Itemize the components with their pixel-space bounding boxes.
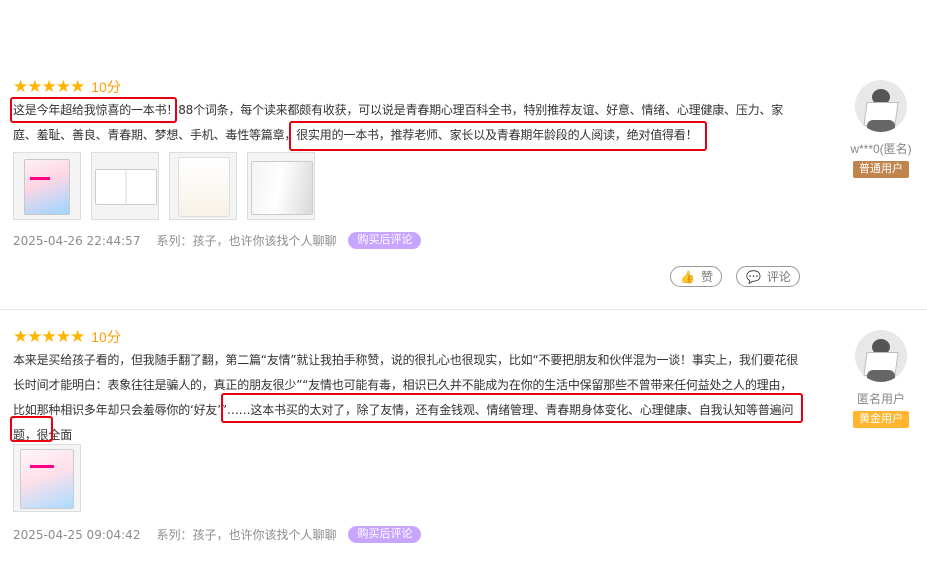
star-icon: ★ [13,327,28,346]
user-level-badge: 黄金用户 [853,411,909,428]
like-button[interactable]: 👍 赞 [670,266,722,287]
series-name[interactable]: 系列：孩子，也许你该找个人聊聊 [156,526,336,543]
reviewer-name: 匿名用户 [856,392,905,406]
review-image[interactable] [13,444,81,512]
reviewer: w***0(匿名) 普通用户 [843,80,919,178]
user-level-badge: 普通用户 [853,161,909,178]
star-icon: ★ [41,327,57,346]
star-icon: ★ [27,77,42,96]
review-images [13,152,315,220]
review-date: 2025-04-25 09:04:42 [13,527,141,542]
review-meta: 2025-04-25 09:04:42 系列：孩子，也许你该找个人聊聊 购买后评… [13,526,422,543]
star-icon: ★ [27,327,42,346]
star-icon: ★ [13,77,28,96]
review-actions: 👍 赞 💬 评论 [670,266,800,287]
star-icon: ★ [70,77,85,96]
thumbs-up-icon: 👍 [680,269,695,284]
like-label: 赞 [700,270,713,284]
review-item: ★ ★ ★ ★ ★ 10分 这是今年超给我惊喜的一本书！88个词条，每个读来都颇… [0,70,927,310]
purchase-badge: 购买后评论 [348,232,422,249]
series-name[interactable]: 系列：孩子，也许你该找个人聊聊 [156,232,336,249]
rating: ★ ★ ★ ★ ★ 10分 [13,327,121,347]
review-images [13,444,81,512]
rating-score: 10分 [91,329,121,345]
review-meta: 2025-04-26 22:44:57 系列：孩子，也许你该找个人聊聊 购买后评… [13,232,422,249]
reviewer: 匿名用户 黄金用户 [843,330,919,428]
review-text: 这是今年超给我惊喜的一本书！88个词条，每个读来都颇有收获，可以说是青春期心理百… [13,103,784,142]
review-text: 本来是买给孩子看的，但我随手翻了翻，第二篇“友情”就让我拍手称赞，说的很扎心也很… [13,353,799,442]
review-image[interactable] [247,152,315,220]
star-icon: ★ [55,327,71,346]
star-icon: ★ [55,77,71,96]
review-image[interactable] [169,152,237,220]
avatar[interactable] [855,330,907,382]
review-item: ★ ★ ★ ★ ★ 10分 本来是买给孩子看的，但我随手翻了翻，第二篇“友情”就… [0,320,927,560]
review-image[interactable] [91,152,159,220]
reviewer-name: w***0(匿名) [850,142,912,156]
avatar[interactable] [855,80,907,132]
star-icon: ★ [41,77,57,96]
comment-label: 评论 [766,270,791,284]
review-image[interactable] [13,152,81,220]
rating: ★ ★ ★ ★ ★ 10分 [13,77,121,97]
comment-icon: 💬 [745,269,761,284]
comment-button[interactable]: 💬 评论 [735,266,800,287]
purchase-badge: 购买后评论 [348,526,422,543]
review-date: 2025-04-26 22:44:57 [13,233,141,248]
rating-score: 10分 [91,79,121,95]
star-icon: ★ [70,327,85,346]
